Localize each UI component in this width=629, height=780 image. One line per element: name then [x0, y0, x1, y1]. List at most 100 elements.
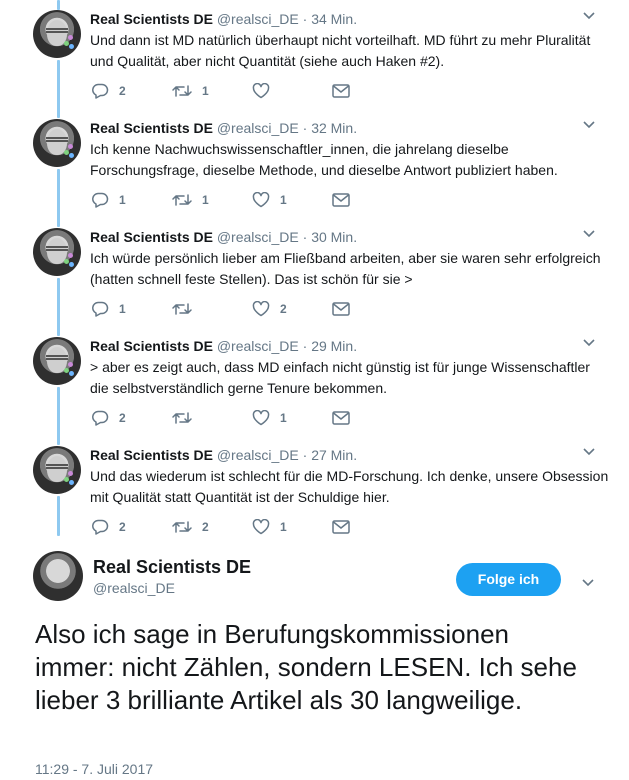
retweet-button[interactable]: 2	[172, 518, 209, 536]
retweet-button[interactable]	[172, 409, 202, 427]
message-icon	[332, 411, 350, 425]
message-icon	[332, 84, 350, 98]
separator: ·	[298, 11, 312, 27]
thread-line	[57, 0, 60, 10]
tweet-text: Ich würde persönlich lieber am Fließband…	[90, 250, 601, 287]
retweet-icon	[172, 520, 192, 534]
reply-count: 2	[119, 411, 126, 425]
retweet-button[interactable]	[172, 300, 202, 318]
avatar[interactable]	[33, 446, 81, 494]
tweet-text: Ich kenne Nachwuchswissenschaftler_innen…	[90, 141, 558, 178]
like-icon	[252, 192, 270, 208]
reply-count: 2	[119, 520, 126, 534]
author-handle[interactable]: @realsci_DE	[217, 447, 299, 463]
reply-icon	[91, 83, 109, 99]
tweet-text: Und das wiederum ist schlecht für die MD…	[90, 468, 609, 505]
reply-icon	[91, 192, 109, 208]
retweet-icon	[172, 411, 192, 425]
message-button[interactable]	[332, 82, 350, 100]
tweet-text: Und dann ist MD natürlich überhaupt nich…	[90, 32, 591, 69]
like-icon	[252, 301, 270, 317]
like-count: 1	[280, 193, 287, 207]
thread-line	[57, 387, 60, 445]
reply-button[interactable]: 1	[91, 300, 126, 318]
chevron-down-icon[interactable]	[582, 574, 594, 592]
author-name[interactable]: Real Scientists DE	[90, 229, 213, 245]
tweet-header: Real Scientists DE @realsci_DE · 29 Min.	[90, 337, 357, 355]
reply-button[interactable]: 1	[91, 191, 126, 209]
like-button[interactable]: 1	[252, 409, 287, 427]
tweet-header: Real Scientists DE @realsci_DE · 34 Min.	[90, 10, 357, 28]
reply-button[interactable]: 2	[91, 409, 126, 427]
like-count: 2	[280, 302, 287, 316]
author-name[interactable]: Real Scientists DE	[93, 557, 251, 578]
reply-button[interactable]: 2	[91, 82, 126, 100]
retweet-icon	[172, 193, 192, 207]
author-handle[interactable]: @realsci_DE	[217, 11, 299, 27]
message-button[interactable]	[332, 300, 350, 318]
like-button[interactable]: 1	[252, 518, 287, 536]
message-icon	[332, 520, 350, 534]
avatar[interactable]	[33, 10, 81, 58]
author-handle[interactable]: @realsci_DE	[217, 338, 299, 354]
thread-line	[57, 278, 60, 336]
avatar[interactable]	[33, 551, 83, 601]
tweet-header: Real Scientists DE @realsci_DE · 30 Min.	[90, 228, 357, 246]
reply-count: 1	[119, 302, 126, 316]
main-tweet-text: Also ich sage in Berufungskommissionen i…	[35, 619, 577, 715]
message-button[interactable]	[332, 518, 350, 536]
tweet-header: Real Scientists DE @realsci_DE · 32 Min.	[90, 119, 357, 137]
following-button[interactable]: Folge ich	[456, 563, 561, 596]
retweet-button[interactable]: 1	[172, 82, 209, 100]
author-handle[interactable]: @realsci_DE	[217, 229, 299, 245]
separator: ·	[298, 229, 312, 245]
reply-count: 1	[119, 193, 126, 207]
reply-icon	[91, 410, 109, 426]
author-handle[interactable]: @realsci_DE	[93, 580, 175, 596]
separator: ·	[298, 338, 312, 354]
message-icon	[332, 302, 350, 316]
thread-line	[57, 169, 60, 227]
tweet-time[interactable]: 34 Min.	[311, 11, 357, 27]
chevron-down-icon[interactable]	[583, 448, 595, 460]
like-icon	[252, 410, 270, 426]
reply-icon	[91, 301, 109, 317]
retweet-icon	[172, 302, 192, 316]
like-button[interactable]: 1	[252, 191, 287, 209]
chevron-down-icon[interactable]	[583, 12, 595, 24]
chevron-down-icon[interactable]	[583, 121, 595, 133]
author-name[interactable]: Real Scientists DE	[90, 338, 213, 354]
tweet-time[interactable]: 27 Min.	[311, 447, 357, 463]
thread-line	[57, 496, 60, 536]
tweet-time[interactable]: 29 Min.	[311, 338, 357, 354]
chevron-down-icon[interactable]	[583, 230, 595, 242]
thread-line	[57, 60, 60, 118]
retweet-button[interactable]: 1	[172, 191, 209, 209]
chevron-down-icon[interactable]	[583, 339, 595, 351]
like-button[interactable]: 2	[252, 300, 287, 318]
like-button[interactable]	[252, 82, 280, 100]
reply-button[interactable]: 2	[91, 518, 126, 536]
separator: ·	[298, 120, 312, 136]
separator: ·	[298, 447, 312, 463]
retweet-count: 1	[202, 84, 209, 98]
tweet-timestamp[interactable]: 11:29 - 7. Juli 2017	[35, 761, 153, 777]
author-name[interactable]: Real Scientists DE	[90, 120, 213, 136]
avatar[interactable]	[33, 228, 81, 276]
message-icon	[332, 193, 350, 207]
tweet-text: > aber es zeigt auch, dass MD einfach ni…	[90, 359, 590, 396]
avatar[interactable]	[33, 119, 81, 167]
author-name[interactable]: Real Scientists DE	[90, 11, 213, 27]
like-icon	[252, 519, 270, 535]
retweet-icon	[172, 84, 192, 98]
tweet-time[interactable]: 32 Min.	[311, 120, 357, 136]
tweet-time[interactable]: 30 Min.	[311, 229, 357, 245]
avatar[interactable]	[33, 337, 81, 385]
message-button[interactable]	[332, 409, 350, 427]
author-name[interactable]: Real Scientists DE	[90, 447, 213, 463]
reply-icon	[91, 519, 109, 535]
like-count: 1	[280, 520, 287, 534]
message-button[interactable]	[332, 191, 350, 209]
retweet-count: 1	[202, 193, 209, 207]
author-handle[interactable]: @realsci_DE	[217, 120, 299, 136]
